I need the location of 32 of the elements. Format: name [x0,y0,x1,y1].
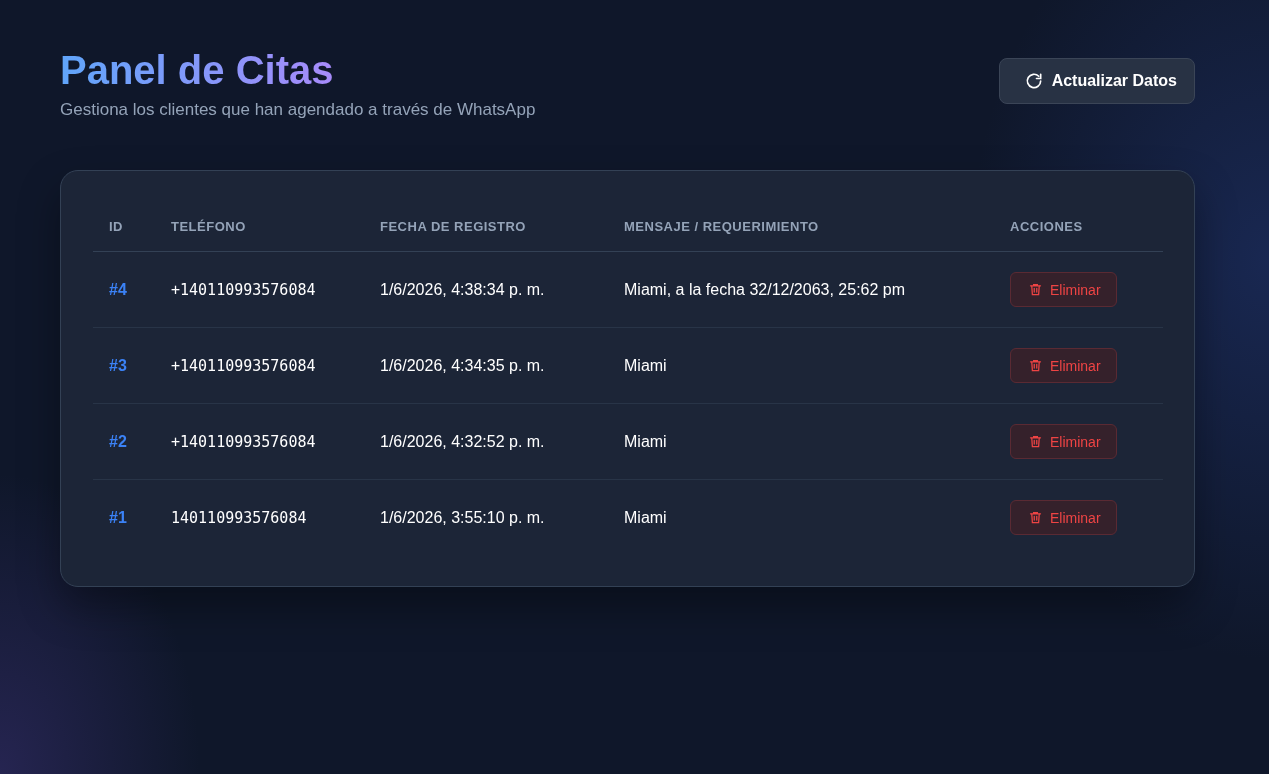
column-header: ACCIONES [994,202,1163,252]
delete-button[interactable]: Eliminar [1010,424,1117,459]
phone-cell: 140110993576084 [155,479,364,555]
refresh-button[interactable]: Actualizar Datos [998,58,1195,104]
id-cell: #1 [93,479,155,555]
page-subtitle: Gestiona los clientes que han agendado a través de WhatsApp [60,100,536,120]
date-cell: 1/6/2026, 4:34:35 p. m. [364,327,608,404]
phone-cell: +140110993576084 [155,251,364,328]
phone-cell: +140110993576084 [155,403,364,480]
delete-button[interactable]: Eliminar [1010,500,1117,535]
column-header: MENSAJE / REQUERIMIENTO [608,202,994,252]
column-header: FECHA DE REGISTRO [364,202,608,252]
date-cell: 1/6/2026, 4:32:52 p. m. [364,403,608,480]
trash-icon [1028,434,1043,449]
delete-button[interactable]: Eliminar [1010,348,1117,383]
message-cell: Miami [608,479,994,555]
phone-cell: +140110993576084 [155,327,364,404]
date-cell: 1/6/2026, 3:55:10 p. m. [364,479,608,555]
id-cell: #3 [93,327,155,404]
refresh-icon [1023,71,1044,91]
message-cell: Miami [608,403,994,480]
column-header: TELÉFONO [155,202,364,252]
trash-icon [1028,510,1043,525]
date-cell: 1/6/2026, 4:38:34 p. m. [364,251,608,328]
column-header: ID [93,202,155,252]
id-cell: #4 [93,251,155,328]
trash-icon [1028,282,1043,297]
trash-icon [1028,358,1043,373]
delete-button[interactable]: Eliminar [1010,272,1117,307]
message-cell: Miami, a la fecha 32/12/2063, 25:62 pm [608,251,994,328]
message-cell: Miami [608,327,994,404]
id-cell: #2 [93,403,155,480]
